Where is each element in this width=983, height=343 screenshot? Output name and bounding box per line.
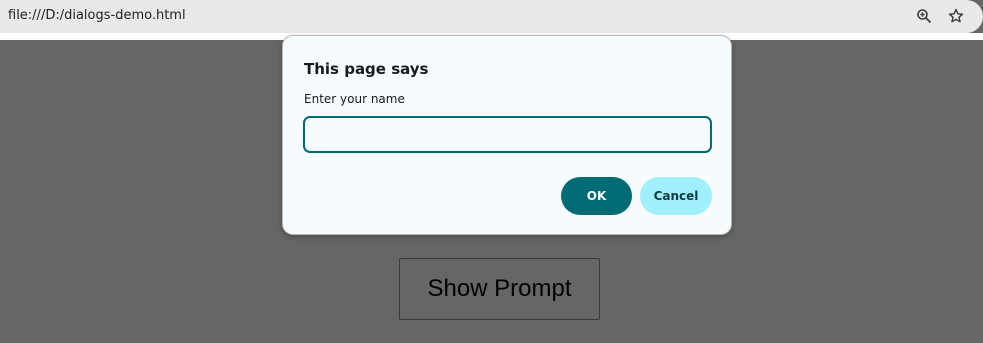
cancel-button[interactable]: Cancel — [640, 177, 712, 215]
dialog-message: Enter your name — [304, 92, 405, 106]
prompt-dialog: This page says Enter your name OK Cancel — [282, 35, 732, 235]
star-icon[interactable] — [945, 5, 967, 27]
dialog-title: This page says — [304, 60, 429, 78]
ok-button[interactable]: OK — [561, 177, 632, 215]
show-prompt-button[interactable]: Show Prompt — [399, 258, 600, 320]
url-text[interactable]: file:///D:/dialogs-demo.html — [8, 8, 186, 23]
name-input[interactable] — [303, 116, 712, 153]
zoom-icon[interactable] — [913, 5, 935, 27]
address-bar[interactable]: file:///D:/dialogs-demo.html — [0, 0, 983, 33]
